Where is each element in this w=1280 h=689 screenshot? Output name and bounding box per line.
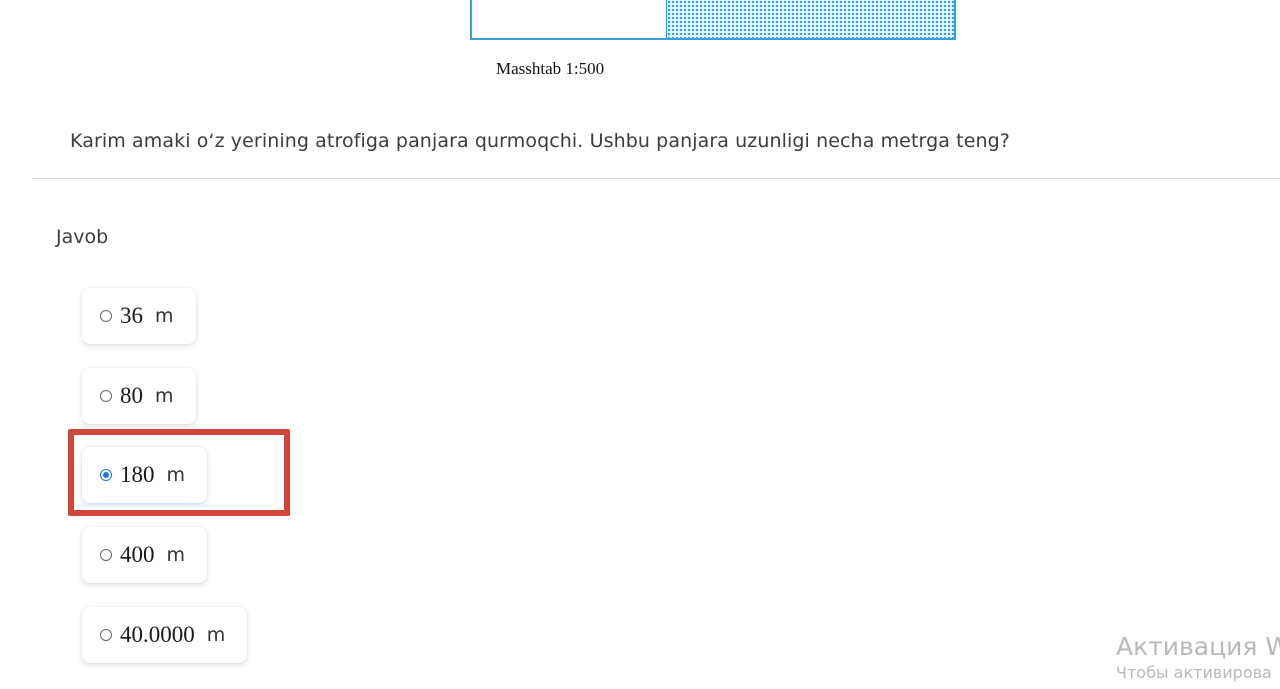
radio-button-checked[interactable]: [100, 469, 112, 481]
answer-option-400[interactable]: 400 m: [82, 527, 208, 583]
option-unit: m: [166, 464, 186, 486]
radio-button[interactable]: [100, 629, 112, 641]
windows-activation-watermark: Активация W Чтобы активирова: [1116, 632, 1280, 682]
answer-option-80[interactable]: 80 m: [82, 368, 196, 424]
radio-button[interactable]: [100, 549, 112, 561]
radio-button[interactable]: [100, 310, 112, 322]
option-unit: m: [155, 385, 174, 407]
option-unit: m: [166, 544, 186, 566]
option-value: 36: [120, 303, 143, 328]
option-value: 180: [120, 462, 155, 487]
option-value: 40.0000: [120, 622, 195, 647]
divider: [32, 178, 1280, 179]
answer-option-180[interactable]: 180 m: [82, 447, 208, 503]
option-unit: m: [155, 305, 174, 327]
question-text: Karim amaki o‘z yerining atrofiga panjar…: [70, 130, 1010, 152]
land-plot-diagram: [470, 0, 956, 40]
watermark-title: Активация W: [1116, 632, 1280, 661]
answer-option-36[interactable]: 36 m: [82, 288, 196, 344]
hatched-area: [666, 0, 954, 38]
option-value: 400: [120, 542, 155, 567]
answer-option-40-0000[interactable]: 40.0000 m: [82, 607, 248, 663]
option-unit: m: [206, 624, 226, 646]
quiz-page: Masshtab 1:500 Karim amaki o‘z yerining …: [0, 0, 1280, 689]
watermark-subtitle: Чтобы активирова: [1116, 663, 1272, 682]
option-value: 80: [120, 383, 143, 408]
scale-caption: Masshtab 1:500: [496, 59, 605, 78]
radio-button[interactable]: [100, 390, 112, 402]
answer-label: Javob: [56, 226, 109, 248]
